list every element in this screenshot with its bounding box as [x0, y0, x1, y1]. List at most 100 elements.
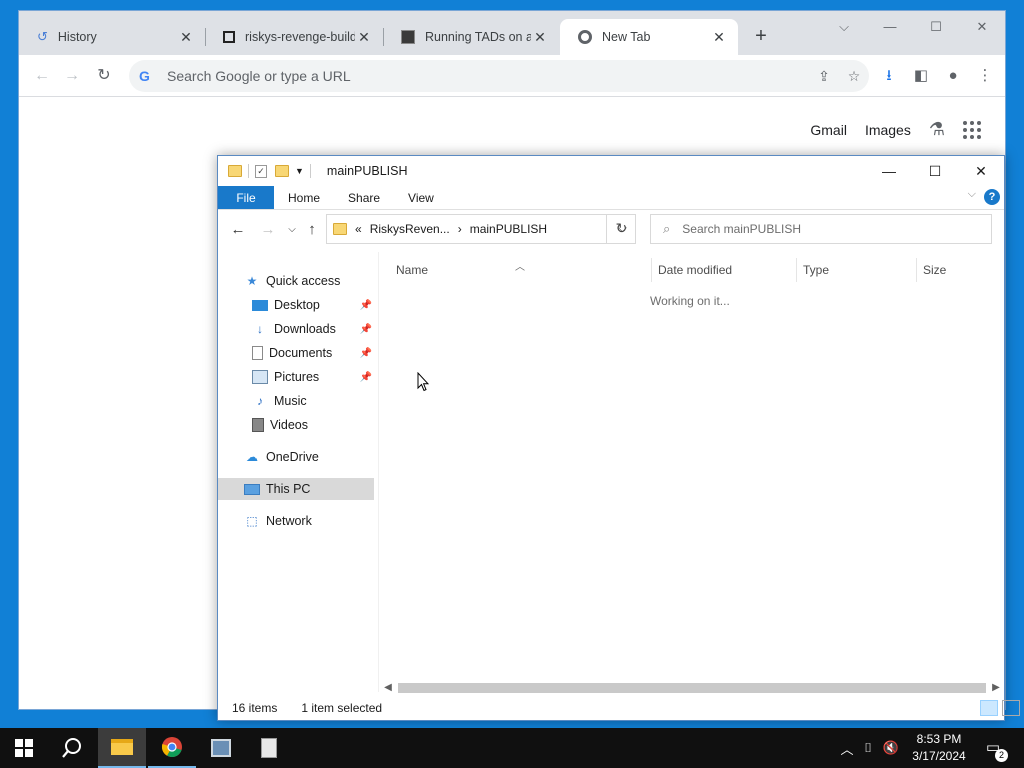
- share-icon[interactable]: ⇪: [809, 68, 839, 85]
- nav-quick-access[interactable]: ★ Quick access: [218, 270, 376, 292]
- tab-new-tab[interactable]: New Tab ✕: [560, 19, 738, 55]
- nav-label: Network: [266, 514, 312, 528]
- network-tray-icon[interactable]: ⌷: [856, 740, 880, 756]
- pin-icon[interactable]: 📌: [360, 324, 372, 335]
- nav-this-pc[interactable]: This PC: [218, 478, 374, 500]
- explorer-titlebar: ✓ ▼ mainPUBLISH — ☐ ✕: [218, 156, 1004, 186]
- minimize-button[interactable]: —: [867, 15, 913, 39]
- profile-avatar-icon[interactable]: ●: [941, 65, 965, 87]
- close-icon[interactable]: ✕: [177, 29, 195, 46]
- volume-muted-icon[interactable]: 🔇: [880, 740, 902, 756]
- tab-home[interactable]: Home: [274, 186, 334, 209]
- column-header-name[interactable]: Name ︿: [380, 258, 650, 282]
- close-button[interactable]: ✕: [959, 15, 1005, 39]
- expand-ribbon-icon[interactable]: ⌵: [968, 188, 976, 201]
- start-button[interactable]: [0, 728, 48, 768]
- nav-label: This PC: [266, 482, 311, 496]
- details-view-icon[interactable]: [980, 700, 998, 716]
- tab-search-icon[interactable]: ⌵: [821, 15, 867, 39]
- notification-badge: 2: [995, 749, 1008, 762]
- tab-history[interactable]: ↺ History ✕: [19, 19, 205, 55]
- file-explorer-window: ✓ ▼ mainPUBLISH — ☐ ✕ File Home Share Vi…: [217, 155, 1020, 721]
- forward-button[interactable]: →: [258, 221, 278, 238]
- nav-videos[interactable]: Videos: [218, 414, 376, 436]
- images-link[interactable]: Images: [865, 122, 911, 138]
- scroll-right-icon[interactable]: ▶: [988, 680, 1004, 696]
- qat-dropdown-icon[interactable]: ▼: [295, 166, 304, 176]
- chrome-icon: [161, 737, 182, 757]
- omnibox[interactable]: G Search Google or type a URL ⇪ ☆: [129, 60, 869, 92]
- taskbar-app-notepad[interactable]: [245, 728, 293, 768]
- search-button[interactable]: [48, 728, 96, 768]
- pin-icon[interactable]: 📌: [360, 372, 372, 383]
- labs-flask-icon[interactable]: ⚗: [929, 119, 945, 140]
- tab-github[interactable]: riskys-revenge-build ✕: [205, 19, 383, 55]
- apps-grid-icon[interactable]: [963, 120, 981, 139]
- installer-icon: [211, 739, 231, 757]
- forward-button[interactable]: →: [61, 65, 83, 87]
- gmail-link[interactable]: Gmail: [810, 122, 847, 138]
- tab-title: New Tab: [602, 30, 651, 44]
- minimize-button[interactable]: —: [866, 156, 912, 186]
- nav-documents[interactable]: Documents 📌: [218, 342, 376, 364]
- nav-desktop[interactable]: Desktop 📌: [218, 294, 376, 316]
- help-icon[interactable]: ?: [984, 189, 1000, 205]
- tab-file[interactable]: File: [218, 186, 274, 209]
- side-panel-icon[interactable]: ◧: [909, 65, 933, 87]
- column-header-type[interactable]: Type: [796, 258, 916, 282]
- github-repo-icon: [223, 31, 235, 43]
- nav-pictures[interactable]: Pictures 📌: [218, 366, 376, 388]
- taskbar-file-explorer[interactable]: [98, 728, 146, 768]
- taskbar-chrome[interactable]: [148, 728, 196, 768]
- tab-share[interactable]: Share: [334, 186, 394, 209]
- column-label: Date modified: [658, 263, 733, 277]
- tab-running-tads[interactable]: Running TADs on a re ✕: [383, 19, 559, 55]
- back-button[interactable]: ←: [228, 221, 248, 238]
- maximize-button[interactable]: ☐: [913, 15, 959, 39]
- properties-icon[interactable]: ✓: [255, 164, 267, 178]
- download-icon[interactable]: ⭳: [877, 65, 901, 87]
- column-header-date-modified[interactable]: Date modified: [651, 258, 796, 282]
- close-button[interactable]: ✕: [958, 156, 1004, 186]
- maximize-button[interactable]: ☐: [912, 156, 958, 186]
- pane-splitter[interactable]: [378, 252, 379, 692]
- close-icon[interactable]: ✕: [710, 29, 728, 46]
- show-hidden-icons-icon[interactable]: ︿: [838, 739, 856, 758]
- bookmark-star-icon[interactable]: ☆: [839, 68, 869, 85]
- close-icon[interactable]: ✕: [355, 29, 373, 46]
- horizontal-scrollbar[interactable]: ◀ ▶: [380, 680, 1004, 696]
- up-button[interactable]: ↑: [302, 221, 322, 238]
- nav-label: Music: [274, 394, 307, 408]
- search-box[interactable]: ⌕ Search mainPUBLISH: [650, 214, 992, 244]
- breadcrumb-overflow[interactable]: «: [355, 222, 362, 236]
- scroll-left-icon[interactable]: ◀: [380, 680, 396, 696]
- breadcrumb-parent[interactable]: RiskysReven...: [370, 222, 450, 236]
- new-folder-icon[interactable]: [275, 165, 289, 177]
- action-center-button[interactable]: ▭ 2: [982, 738, 1008, 762]
- nav-network[interactable]: ⬚ Network: [218, 510, 376, 532]
- menu-icon[interactable]: ⋮: [973, 65, 997, 87]
- address-bar[interactable]: « RiskysReven... › mainPUBLISH ⌵: [326, 214, 636, 244]
- nav-downloads[interactable]: ↓ Downloads 📌: [218, 318, 376, 340]
- recent-locations-icon[interactable]: ⌵: [282, 224, 302, 235]
- back-button[interactable]: ←: [31, 65, 53, 87]
- clock[interactable]: 8:53 PM 3/17/2024: [904, 731, 974, 765]
- breadcrumb-separator[interactable]: ›: [458, 222, 462, 236]
- taskbar-app-installer[interactable]: [197, 728, 245, 768]
- tab-view[interactable]: View: [394, 186, 448, 209]
- pin-icon[interactable]: 📌: [360, 348, 372, 359]
- large-icons-view-icon[interactable]: [1002, 700, 1020, 716]
- breadcrumb-current[interactable]: mainPUBLISH: [470, 222, 547, 236]
- nav-music[interactable]: ♪ Music: [218, 390, 376, 412]
- nav-label: Quick access: [266, 274, 341, 288]
- nav-onedrive[interactable]: ☁ OneDrive: [218, 446, 376, 468]
- folder-icon: [333, 223, 347, 235]
- pin-icon[interactable]: 📌: [360, 300, 372, 311]
- new-tab-button[interactable]: +: [749, 25, 773, 48]
- column-header-size[interactable]: Size: [916, 258, 996, 282]
- qat-separator: [309, 164, 311, 178]
- scrollbar-thumb[interactable]: [398, 683, 986, 693]
- close-icon[interactable]: ✕: [531, 29, 549, 46]
- reload-button[interactable]: ↻: [93, 65, 115, 87]
- refresh-button[interactable]: ↻: [606, 214, 636, 244]
